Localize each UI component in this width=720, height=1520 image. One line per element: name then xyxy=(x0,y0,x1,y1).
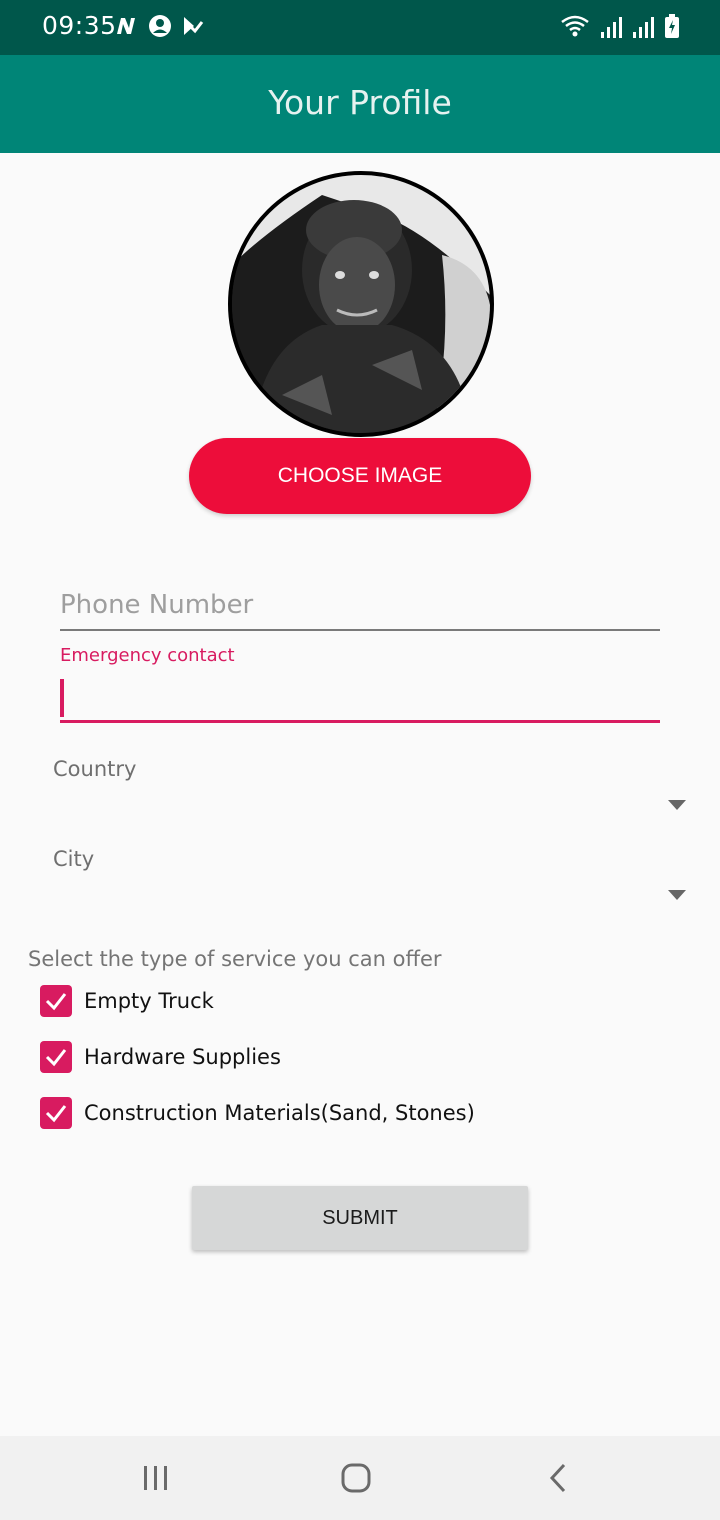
home-icon xyxy=(341,1463,371,1493)
tasks-icon xyxy=(184,17,204,35)
back-button[interactable] xyxy=(538,1458,578,1498)
checkbox-checked[interactable] xyxy=(40,1041,72,1073)
status-right-icons xyxy=(560,14,680,38)
page-title: Your Profile xyxy=(268,83,452,122)
country-spinner[interactable] xyxy=(40,785,700,825)
service-option-construction-materials[interactable]: Construction Materials(Sand, Stones) xyxy=(40,1097,475,1129)
phone-number-input[interactable]: Phone Number xyxy=(60,585,660,631)
signal-icon xyxy=(601,17,622,38)
dropdown-arrow-icon xyxy=(668,800,686,810)
back-icon xyxy=(549,1463,566,1493)
wifi-icon xyxy=(561,15,589,37)
service-option-empty-truck[interactable]: Empty Truck xyxy=(40,985,214,1017)
checkbox-checked[interactable] xyxy=(40,1097,72,1129)
navigation-bar xyxy=(0,1436,720,1520)
checkbox-label: Empty Truck xyxy=(84,989,214,1013)
recent-apps-icon xyxy=(144,1466,167,1490)
city-spinner[interactable] xyxy=(40,875,700,915)
status-left-icons xyxy=(114,14,204,38)
home-button[interactable] xyxy=(336,1458,376,1498)
checkbox-label: Construction Materials(Sand, Stones) xyxy=(84,1101,475,1125)
check-icon xyxy=(45,1049,67,1067)
phone-number-placeholder: Phone Number xyxy=(60,590,254,620)
text-cursor xyxy=(60,679,64,717)
status-time: 09:35 xyxy=(42,11,117,40)
profile-avatar xyxy=(228,171,494,437)
submit-button[interactable]: SUBMIT xyxy=(192,1186,528,1250)
service-prompt: Select the type of service you can offer xyxy=(28,947,442,971)
choose-image-button[interactable]: CHOOSE IMAGE xyxy=(189,438,531,514)
country-label: Country xyxy=(53,757,137,781)
check-icon xyxy=(45,1105,67,1123)
account-icon xyxy=(149,15,171,37)
emergency-contact-input[interactable] xyxy=(60,676,660,723)
app-bar: Your Profile xyxy=(0,55,720,153)
n-icon xyxy=(117,18,135,34)
profile-photo xyxy=(232,175,490,433)
signal-icon xyxy=(633,17,654,38)
battery-icon xyxy=(665,14,679,38)
service-option-hardware-supplies[interactable]: Hardware Supplies xyxy=(40,1041,281,1073)
city-label: City xyxy=(53,847,95,871)
checkbox-label: Hardware Supplies xyxy=(84,1045,281,1069)
recent-apps-button[interactable] xyxy=(136,1458,176,1498)
checkbox-checked[interactable] xyxy=(40,985,72,1017)
emergency-contact-label: Emergency contact xyxy=(60,645,235,666)
dropdown-arrow-icon xyxy=(668,890,686,900)
check-icon xyxy=(45,993,67,1011)
status-bar: 09:35 xyxy=(0,0,720,55)
